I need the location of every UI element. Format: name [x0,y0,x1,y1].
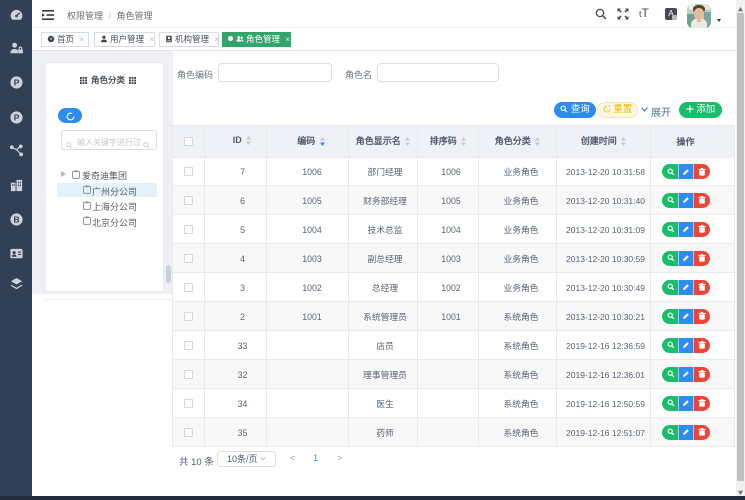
svg-text:P: P [13,113,19,123]
svg-text:B: B [13,215,19,225]
svg-text:P: P [13,78,19,88]
